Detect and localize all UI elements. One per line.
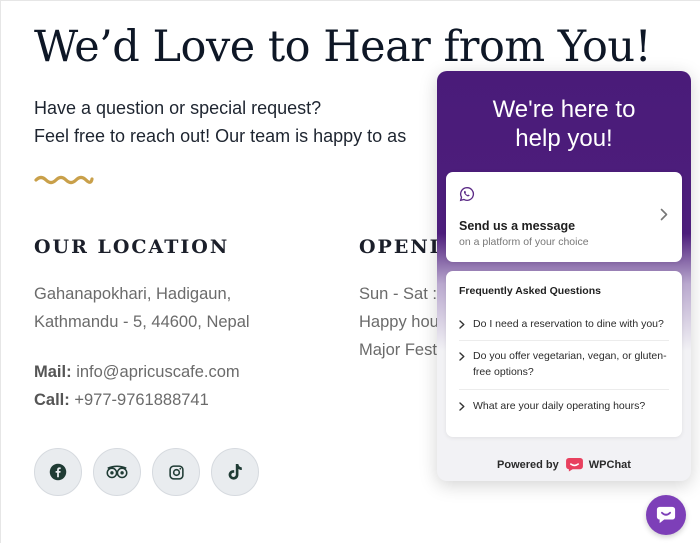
send-message-title: Send us a message: [459, 219, 576, 233]
chevron-right-icon: [459, 402, 465, 411]
faq-item-label: Do you offer vegetarian, vegan, or glute…: [473, 350, 667, 378]
wpchat-logo-icon: [565, 457, 583, 472]
instagram-icon: [168, 464, 184, 480]
faq-title: Frequently Asked Questions: [459, 285, 601, 297]
chat-smile-icon: [656, 506, 676, 524]
intro-text: Have a question or special request? Feel…: [34, 94, 406, 150]
chevron-right-icon: [459, 352, 465, 361]
address-line-1: Gahanapokhari, Hadigaun,: [34, 285, 232, 303]
faq-card: Frequently Asked Questions Do I need a r…: [446, 271, 682, 437]
wpchat-brand-name: WPChat: [588, 458, 631, 471]
faq-item[interactable]: Do I need a reservation to dine with you…: [459, 316, 669, 332]
faq-item[interactable]: Do you offer vegetarian, vegan, or glute…: [459, 348, 669, 380]
faq-divider: [459, 389, 669, 390]
hours-block: Sun - Sat : Happy hou Major Fest: [359, 280, 439, 364]
chevron-right-icon: [459, 320, 465, 329]
call-link[interactable]: +977-9761888741: [74, 391, 208, 409]
chat-launcher-button[interactable]: [646, 495, 686, 535]
send-message-subtitle: on a platform of your choice: [459, 236, 589, 248]
instagram-button[interactable]: [152, 448, 200, 496]
hours-line-3: Major Fest: [359, 341, 437, 359]
chat-widget-panel: We're here to help you! Send us a messag…: [437, 71, 691, 481]
chat-widget-title-line-2: help you!: [515, 125, 613, 152]
faq-divider: [459, 340, 669, 341]
tripadvisor-icon: [106, 465, 128, 479]
powered-by-label: Powered by: [497, 458, 559, 471]
page-title: We’d Love to Hear from You!: [34, 22, 652, 72]
mail-row: Mail: info@apricuscafe.com: [34, 358, 240, 386]
faq-item-label: What are your daily operating hours?: [473, 400, 646, 412]
intro-line-2: Feel free to reach out! Our team is happ…: [34, 126, 407, 146]
page-border-left: [0, 0, 1, 543]
hours-line-2: Happy hou: [359, 313, 439, 331]
chat-widget-title-line-1: We're here to: [492, 96, 636, 123]
contact-block: Mail: info@apricuscafe.com Call: +977-97…: [34, 358, 240, 414]
address-line-2: Kathmandu - 5, 44600, Nepal: [34, 313, 250, 331]
address-block: Gahanapokhari, Hadigaun, Kathmandu - 5, …: [34, 280, 250, 336]
whatsapp-icon: [459, 186, 475, 202]
call-row: Call: +977-9761888741: [34, 386, 240, 414]
page-border-top: [0, 0, 700, 1]
decorative-squiggle: [34, 175, 94, 185]
location-heading: OUR LOCATION: [34, 236, 230, 258]
hours-line-1: Sun - Sat :: [359, 285, 437, 303]
mail-label: Mail:: [34, 363, 72, 381]
tiktok-button[interactable]: [211, 448, 259, 496]
facebook-icon: [49, 463, 67, 481]
powered-by: Powered by WPChat: [437, 457, 691, 472]
faq-item-label: Do I need a reservation to dine with you…: [473, 318, 664, 330]
tiktok-icon: [228, 464, 242, 480]
chevron-right-icon: [660, 208, 668, 221]
wpchat-brand[interactable]: WPChat: [565, 457, 631, 472]
faq-item[interactable]: What are your daily operating hours?: [459, 398, 669, 414]
chat-widget-title: We're here to help you!: [437, 95, 691, 153]
social-links: [34, 448, 259, 496]
mail-link[interactable]: info@apricuscafe.com: [76, 363, 240, 381]
call-label: Call:: [34, 391, 70, 409]
send-message-card[interactable]: Send us a message on a platform of your …: [446, 172, 682, 262]
tripadvisor-button[interactable]: [93, 448, 141, 496]
facebook-button[interactable]: [34, 448, 82, 496]
intro-line-1: Have a question or special request?: [34, 98, 322, 118]
